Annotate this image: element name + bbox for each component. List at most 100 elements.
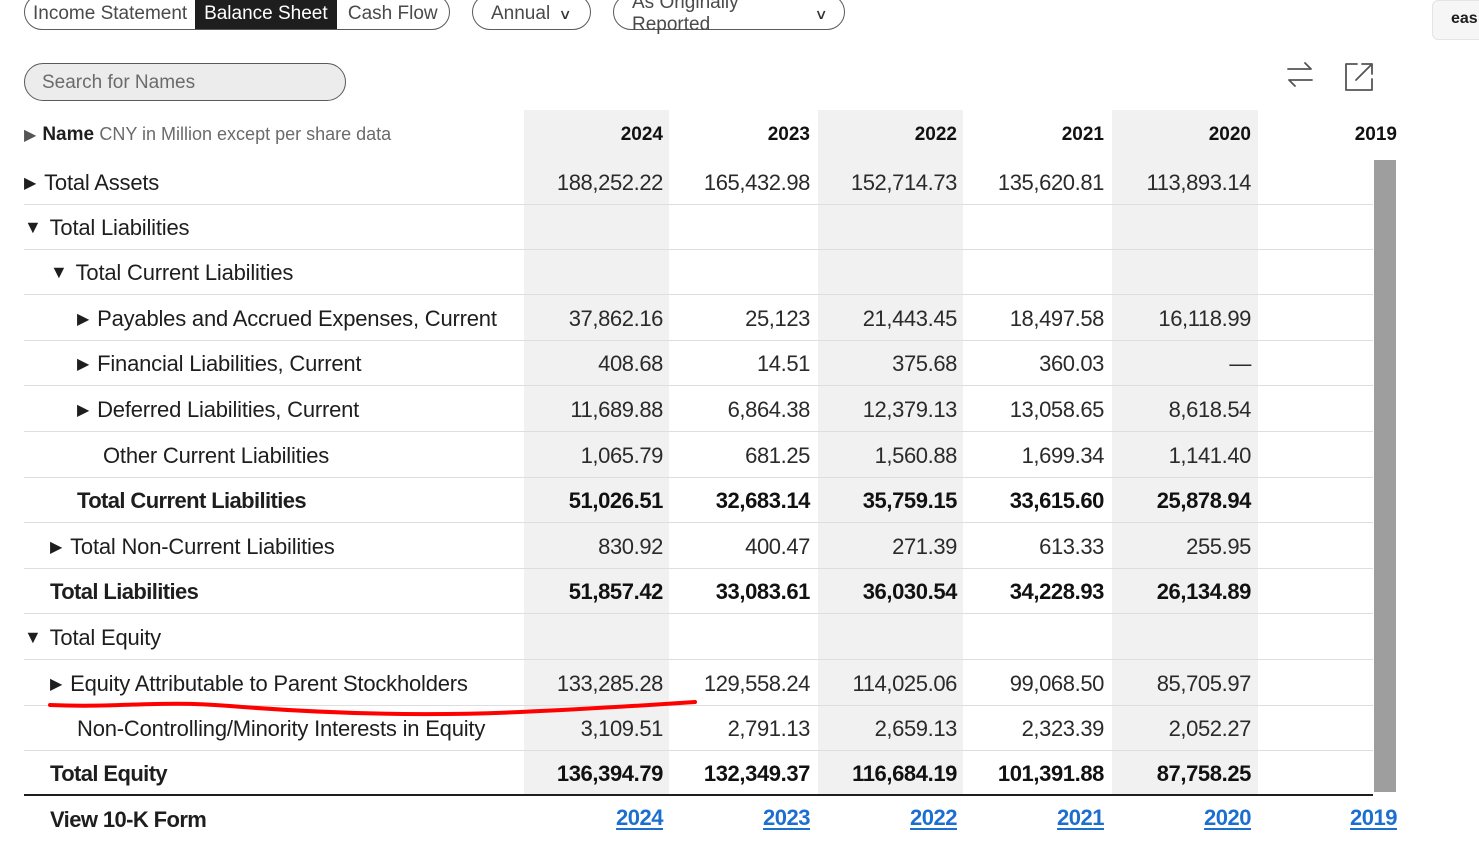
row-label[interactable]: ▶ Financial Liabilities, Current (77, 341, 362, 386)
row-label: Total Liabilities (50, 569, 199, 614)
value-cell-2023 (670, 615, 810, 660)
period-dropdown[interactable]: Annual ∨ (472, 0, 591, 30)
row-label-text: Total Non-Current Liabilities (70, 533, 335, 559)
row-label[interactable]: ▼ Total Current Liabilities (50, 250, 293, 295)
row-label-text: Total Equity (50, 760, 168, 786)
table-row-deferred-liabilities-current[interactable]: ▶ Deferred Liabilities, Current 11,689.88 6… (24, 387, 1373, 432)
table-row-payables-accrued[interactable]: ▶ Payables and Accrued Expenses, Current 3… (24, 296, 1373, 341)
table-row-non-controlling-interests: Non-Controlling/Minority Interests in Eq… (24, 706, 1373, 751)
expand-caret-icon[interactable]: ▶ (24, 173, 36, 193)
horizontal-scroll-handle[interactable] (1374, 160, 1396, 792)
value-cell-2020 (1111, 205, 1251, 250)
year-header-2023[interactable]: 2023 (670, 124, 810, 146)
value-cell-2022: 271.39 (892, 533, 957, 559)
value-cell-2023 (670, 205, 810, 250)
row-label-text: Total Current Liabilities (75, 259, 294, 285)
collapse-caret-icon[interactable]: ▼ (24, 627, 42, 648)
row-label[interactable]: ▶ Total Non-Current Liabilities (50, 524, 335, 569)
tab-cash-flow[interactable]: Cash Flow (337, 0, 449, 29)
expand-caret-icon[interactable]: ▶ (77, 354, 89, 374)
row-label: Total Current Liabilities (77, 478, 307, 523)
year-header-2022[interactable]: 2022 (817, 124, 957, 146)
year-header-2019[interactable]: 2019 (1257, 124, 1397, 146)
value-cell-2022: 114,025.06 (852, 670, 958, 696)
table-row-total-liabilities-sum: Total Liabilities 51,857.42 33,083.61 36,03… (24, 569, 1373, 614)
value-cell-2023: 14.51 (756, 350, 810, 376)
chevron-down-icon: ∨ (558, 5, 572, 22)
expand-caret-icon[interactable]: ▶ (77, 309, 89, 329)
chevron-down-icon: ∨ (814, 5, 828, 22)
search-input[interactable] (24, 63, 346, 101)
value-cell-2024: 3,109.51 (580, 715, 664, 741)
table-row-total-current-liabilities[interactable]: ▼ Total Current Liabilities (24, 250, 1373, 295)
10k-link-2024[interactable]: 2024 (523, 805, 663, 831)
row-label-text: Total Liabilities (49, 214, 190, 240)
value-cell-2021: 34,228.93 (1009, 578, 1105, 604)
value-cell-2024: 51,026.51 (568, 487, 664, 513)
value-cell-2024: 133,285.28 (556, 670, 664, 696)
value-cell-2020: 8,618.54 (1168, 396, 1252, 422)
value-cell-2022 (817, 205, 957, 250)
value-cell-2024: 408.68 (598, 350, 663, 376)
value-cell-2023: 6,864.38 (727, 396, 811, 422)
collapse-caret-icon[interactable]: ▼ (24, 217, 42, 238)
value-cell-2020: 87,758.25 (1156, 760, 1252, 786)
value-cell-2024: 830.92 (598, 533, 663, 559)
10k-link-2022[interactable]: 2022 (817, 805, 957, 831)
row-label[interactable]: ▶ Deferred Liabilities, Current (77, 387, 359, 432)
table-row-total-current-liabilities-sum: Total Current Liabilities 51,026.51 32,683… (24, 478, 1373, 523)
row-label[interactable]: ▶ Total Assets (24, 160, 159, 205)
year-header-2024[interactable]: 2024 (523, 124, 663, 146)
table-row-equity-attributable-parent[interactable]: ▶ Equity Attributable to Parent Stockhold… (24, 661, 1373, 706)
expand-all-icon[interactable]: ▶ (24, 127, 36, 144)
row-label[interactable]: ▶ Equity Attributable to Parent Stockhold… (50, 661, 468, 706)
value-cell-2022: 116,684.19 (852, 760, 957, 786)
row-label[interactable]: ▼ Total Liabilities (24, 205, 190, 250)
value-cell-2024: 1,065.79 (580, 442, 664, 468)
value-cell-2020 (1111, 615, 1251, 660)
year-header-2020[interactable]: 2020 (1111, 124, 1251, 146)
tab-balance-sheet[interactable]: Balance Sheet (195, 0, 337, 29)
value-cell-2022: 12,379.13 (862, 396, 958, 422)
units-label: CNY in Million except per share data (99, 124, 392, 144)
value-cell-2021: 1,699.34 (1021, 442, 1105, 468)
value-cell-2021: 18,497.58 (1009, 305, 1105, 331)
collapse-caret-icon[interactable]: ▼ (50, 262, 68, 283)
table-row-total-equity[interactable]: ▼ Total Equity (24, 615, 1373, 660)
10k-link-2020[interactable]: 2020 (1111, 805, 1251, 831)
value-cell-2022: 35,759.15 (862, 487, 958, 513)
table-row-total-assets[interactable]: ▶ Total Assets 188,252.22 165,432.98 152,714… (24, 160, 1373, 205)
row-label-text: Equity Attributable to Parent Stockholde… (70, 670, 468, 696)
expand-caret-icon[interactable]: ▶ (50, 537, 62, 557)
report-type-dropdown[interactable]: As Originally Reported ∨ (613, 0, 845, 35)
value-cell-2021: 135,620.81 (997, 169, 1105, 195)
value-cell-2021: 101,391.88 (997, 760, 1105, 786)
external-link-icon[interactable] (1343, 60, 1375, 94)
table-row-total-non-current-liabilities[interactable]: ▶ Total Non-Current Liabilities 830.92 400.… (24, 524, 1373, 569)
value-cell-2024 (523, 250, 663, 295)
year-header-2021[interactable]: 2021 (964, 124, 1104, 146)
value-cell-2023: 32,683.14 (715, 487, 811, 513)
table-row-financial-liabilities-current[interactable]: ▶ Financial Liabilities, Current 408.68 14.… (24, 341, 1373, 386)
value-cell-2020: 85,705.97 (1156, 670, 1252, 696)
row-label[interactable]: ▼ Total Equity (24, 615, 161, 660)
tab-income-statement[interactable]: Income Statement (25, 0, 195, 29)
10k-link-2019[interactable]: 2019 (1257, 805, 1397, 831)
value-cell-2020: 25,878.94 (1156, 487, 1252, 513)
value-cell-2024: 51,857.42 (568, 578, 664, 604)
table-row-total-liabilities[interactable]: ▼ Total Liabilities (24, 205, 1373, 250)
expand-caret-icon[interactable]: ▶ (77, 400, 89, 420)
period-dropdown-value: Annual (491, 3, 551, 24)
row-label[interactable]: ▶ Payables and Accrued Expenses, Current (77, 296, 497, 341)
value-cell-2021: 13,058.65 (1009, 396, 1105, 422)
10k-link-2023[interactable]: 2023 (670, 805, 810, 831)
name-column-label[interactable]: Name (42, 124, 94, 145)
swap-arrows-icon[interactable] (1284, 58, 1316, 92)
value-cell-2021: 99,068.50 (1009, 670, 1105, 696)
value-cell-2023: 2,791.13 (727, 715, 811, 741)
corner-button[interactable]: eas (1432, 0, 1479, 40)
expand-caret-icon[interactable]: ▶ (50, 674, 62, 694)
value-cell-2023: 129,558.24 (703, 670, 811, 696)
value-cell-2020: 113,893.14 (1146, 169, 1252, 195)
10k-link-2021[interactable]: 2021 (964, 805, 1104, 831)
